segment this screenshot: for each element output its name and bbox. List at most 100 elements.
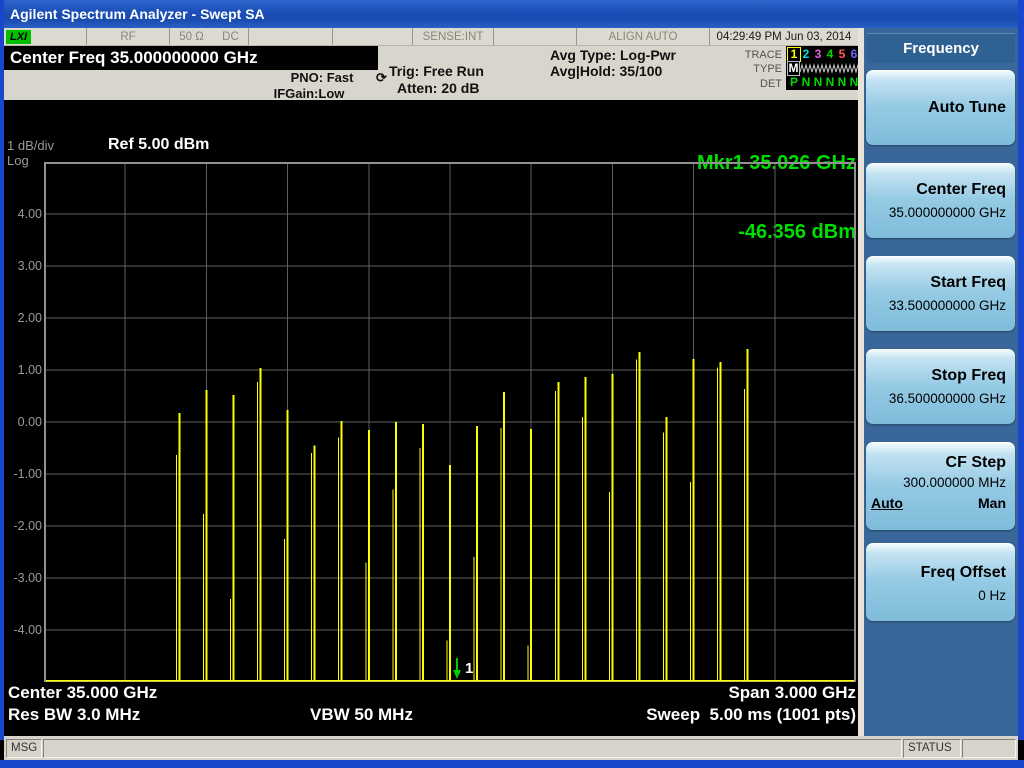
softkey-cf-step[interactable]: CF Step 300.000000 MHz Auto Man: [866, 442, 1015, 530]
trig-line: Trig: Free Run: [389, 63, 484, 79]
status-cell-empty-1: [249, 28, 333, 45]
average-annotation: Avg Type: Log-Pwr Avg|Hold: 35/100: [550, 47, 676, 79]
status-label: STATUS: [903, 738, 961, 758]
lxi-cell: LXI: [4, 28, 87, 45]
softkey-value: 300.000000 MHz: [903, 475, 1006, 490]
softkey-label: CF Step: [945, 454, 1006, 471]
spectrum-analyzer-screen: Agilent Spectrum Analyzer - Swept SA LXI…: [0, 0, 1024, 768]
trace-det-letter: N: [801, 75, 811, 89]
avg-hold-line: Avg|Hold: 35/100: [550, 63, 663, 79]
trace-legend-box: 123456 M PNNNNN: [786, 46, 862, 90]
spectrum-svg: 1: [44, 162, 856, 682]
trace-number: 3: [814, 46, 822, 61]
status-field: [962, 738, 1016, 758]
window-title: Agilent Spectrum Analyzer - Swept SA: [10, 6, 265, 22]
log-scale-label: Log: [7, 153, 29, 168]
coupling-indicator: DC: [222, 30, 239, 43]
trace-det-letter: P: [789, 75, 798, 89]
scale-per-div-label: 1 dB/div: [7, 138, 54, 153]
center-freq-annotation: Center 35.000 GHz: [8, 683, 158, 702]
trace-det-letter: N: [825, 75, 835, 89]
y-axis-tick-label: -4.00: [13, 623, 43, 637]
trace-number: 2: [802, 46, 810, 61]
window-border-bottom: [0, 760, 1024, 768]
y-axis-tick-label: 3.00: [17, 259, 42, 273]
trace-label: TRACE: [744, 49, 782, 61]
y-axis-tick-label: 4.00: [17, 207, 42, 221]
trace-det-letter: N: [813, 75, 823, 89]
vbw-annotation: VBW 50 MHz: [310, 705, 413, 724]
man-option[interactable]: Man: [978, 495, 1006, 511]
msg-label: MSG: [6, 738, 42, 758]
softkey-label: Freq Offset: [920, 564, 1006, 581]
trace-type-waveform-icon: [800, 62, 812, 74]
atten-line: Atten: 20 dB: [397, 80, 480, 96]
marker-number: 1: [465, 660, 473, 677]
message-bar: MSG STATUS: [4, 736, 1018, 760]
y-axis-tick-label: -2.00: [13, 519, 43, 533]
trace-number-row: 123456: [787, 46, 862, 62]
softkey-menu: Frequency Auto Tune Center Freq 35.00000…: [864, 28, 1018, 736]
pno-annotation: PNO: Fast: [290, 70, 354, 85]
trace-type-waveform-icon: [812, 62, 824, 74]
trace-type-waveform-icon: [836, 62, 848, 74]
y-axis-tick-label: -3.00: [13, 571, 43, 585]
softkey-freq-offset[interactable]: Freq Offset 0 Hz: [866, 543, 1015, 621]
res-bw-annotation: Res BW 3.0 MHz: [8, 705, 141, 724]
clock: 04:29:49 PM Jun 03, 2014: [716, 30, 852, 43]
loop-sweep-icon: ⟳: [376, 70, 387, 85]
trace-number: 4: [826, 46, 834, 61]
y-axis-tick-label: -1.00: [13, 467, 43, 481]
status-cell-empty-3: [494, 28, 577, 45]
window-title-bar: Agilent Spectrum Analyzer - Swept SA: [0, 0, 1024, 28]
input-coupling-cell: 50 Ω DC: [170, 28, 249, 45]
y-axis-tick-label: 2.00: [17, 311, 42, 325]
lxi-badge: LXI: [6, 29, 32, 44]
trace-det-row: PNNNNN: [788, 75, 862, 89]
annotation-bar: Center Freq 35.000000000 GHz PNO: Fast ⟳…: [4, 46, 862, 101]
softkey-label: Auto Tune: [928, 99, 1006, 116]
marker-arrow-icon: [453, 670, 462, 679]
softkey-center-freq[interactable]: Center Freq 35.000000000 GHz: [866, 163, 1015, 238]
type-label: TYPE: [753, 63, 782, 76]
sweep-annotation: Sweep 5.00 ms (1001 pts): [646, 705, 856, 724]
rf-indicator: RF: [87, 28, 170, 45]
trace-legend-labels: TRACE TYPE DET: [702, 48, 782, 91]
softkey-value: 36.500000000 GHz: [888, 391, 1006, 406]
align-indicator: ALIGN AUTO: [577, 28, 710, 45]
y-axis-tick-label: 1.00: [17, 363, 42, 377]
softkey-stop-freq[interactable]: Stop Freq 36.500000000 GHz: [866, 349, 1015, 424]
window-border-right: [1018, 0, 1024, 740]
softkey-label: Center Freq: [916, 181, 1006, 198]
softkey-start-freq[interactable]: Start Freq 33.500000000 GHz: [866, 256, 1015, 331]
softkey-value: 35.000000000 GHz: [888, 205, 1006, 220]
trace-type-letter: M: [787, 60, 800, 76]
measurement-title: Center Freq 35.000000000 GHz: [4, 46, 378, 70]
softkey-value: 33.500000000 GHz: [888, 298, 1006, 313]
softkey-auto-tune[interactable]: Auto Tune: [866, 70, 1015, 145]
trace-number: 5: [838, 46, 846, 61]
softkey-value: 0 Hz: [978, 588, 1006, 603]
span-annotation: Span 3.000 GHz: [728, 683, 856, 702]
sense-indicator: SENSE:INT: [413, 28, 494, 45]
trace-det-letter: N: [837, 75, 847, 89]
y-axis-tick-label: 0.00: [17, 415, 42, 429]
graph-region: Mkr1 35.026 GHz -46.356 dBm 1 dB/div Log…: [4, 100, 858, 736]
det-label: DET: [760, 77, 782, 90]
impedance-indicator: 50 Ω: [179, 30, 204, 43]
ifgain-annotation: IFGain:Low: [273, 86, 345, 101]
status-cell-empty-2: [333, 28, 413, 45]
trigger-annotation: Trig: Free Run Atten: 20 dB: [389, 63, 484, 97]
menu-header: Frequency: [867, 33, 1015, 63]
trace-type-waveform-icon: [824, 62, 836, 74]
status-strip: LXI RF 50 Ω DC SENSE:INT ALIGN AUTO 04:2…: [4, 28, 858, 46]
ref-level-label: Ref 5.00 dBm: [108, 136, 210, 153]
auto-option[interactable]: Auto: [871, 495, 903, 511]
auto-man-row: Auto Man: [866, 495, 1015, 511]
softkey-label: Start Freq: [930, 274, 1006, 291]
msg-field: [43, 738, 902, 758]
trace-number: 1: [787, 46, 801, 62]
trace-type-row: M: [787, 60, 862, 76]
avg-type-line: Avg Type: Log-Pwr: [550, 47, 676, 63]
softkey-label: Stop Freq: [931, 367, 1006, 384]
